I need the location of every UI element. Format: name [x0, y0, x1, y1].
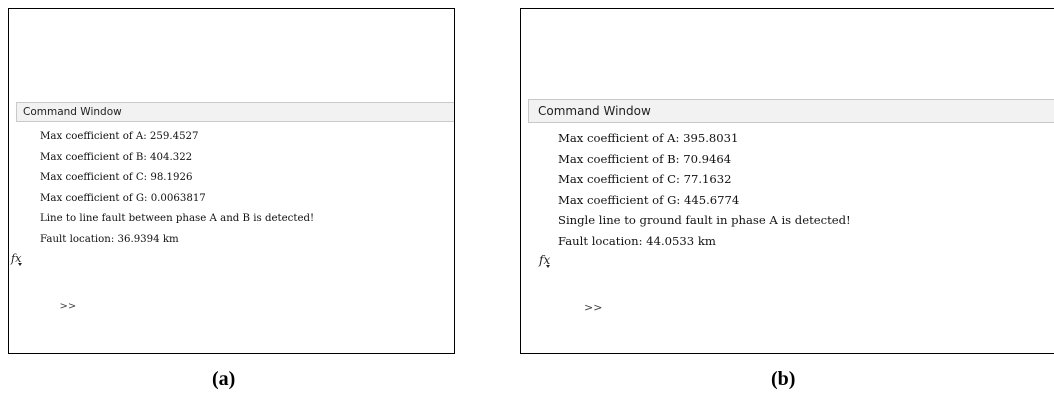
- command-window-output[interactable]: Max coefficient of A: 395.8031 Max coeff…: [528, 128, 1054, 314]
- output-line: Max coefficient of C: 77.1632: [558, 172, 732, 187]
- output-line: Fault location: 44.0533 km: [558, 233, 716, 248]
- output-line: Single line to ground fault in phase A i…: [558, 213, 851, 228]
- caption-b: (b): [771, 368, 796, 390]
- output-line: Max coefficient of A: 395.8031: [558, 131, 739, 145]
- prompt-symbol: >>: [583, 300, 603, 314]
- output-line: Fault location: 36.9394 km: [40, 233, 179, 245]
- output-line: Max coefficient of B: 404.322: [40, 151, 193, 163]
- output-line: Max coefficient of G: 0.0063817: [40, 192, 206, 204]
- output-line: Max coefficient of A: 259.4527: [40, 131, 199, 142]
- fx-dropdown-arrow-icon[interactable]: [546, 264, 550, 268]
- command-prompt[interactable]: fx >>: [11, 251, 454, 312]
- matlab-window-b: Command Window Max coefficient of A: 395…: [520, 8, 1054, 354]
- command-window-title: Command Window: [528, 99, 1054, 123]
- caption-a: (a): [212, 368, 236, 390]
- output-line: Line to line fault between phase A and B…: [40, 213, 315, 225]
- fx-dropdown-arrow-icon[interactable]: [18, 262, 22, 266]
- output-line: Max coefficient of C: 98.1926: [40, 172, 193, 184]
- figure: Command Window Max coefficient of A: 259…: [0, 0, 1054, 394]
- command-prompt[interactable]: fx >>: [528, 252, 1054, 314]
- command-window-title: Command Window: [16, 102, 454, 122]
- output-line: Max coefficient of B: 70.9464: [558, 151, 732, 166]
- output-line: Max coefficient of G: 445.6774: [558, 192, 740, 207]
- command-window-output[interactable]: Max coefficient of A: 259.4527 Max coeff…: [11, 127, 454, 312]
- matlab-window-a: Command Window Max coefficient of A: 259…: [8, 8, 455, 354]
- prompt-symbol: >>: [59, 300, 77, 312]
